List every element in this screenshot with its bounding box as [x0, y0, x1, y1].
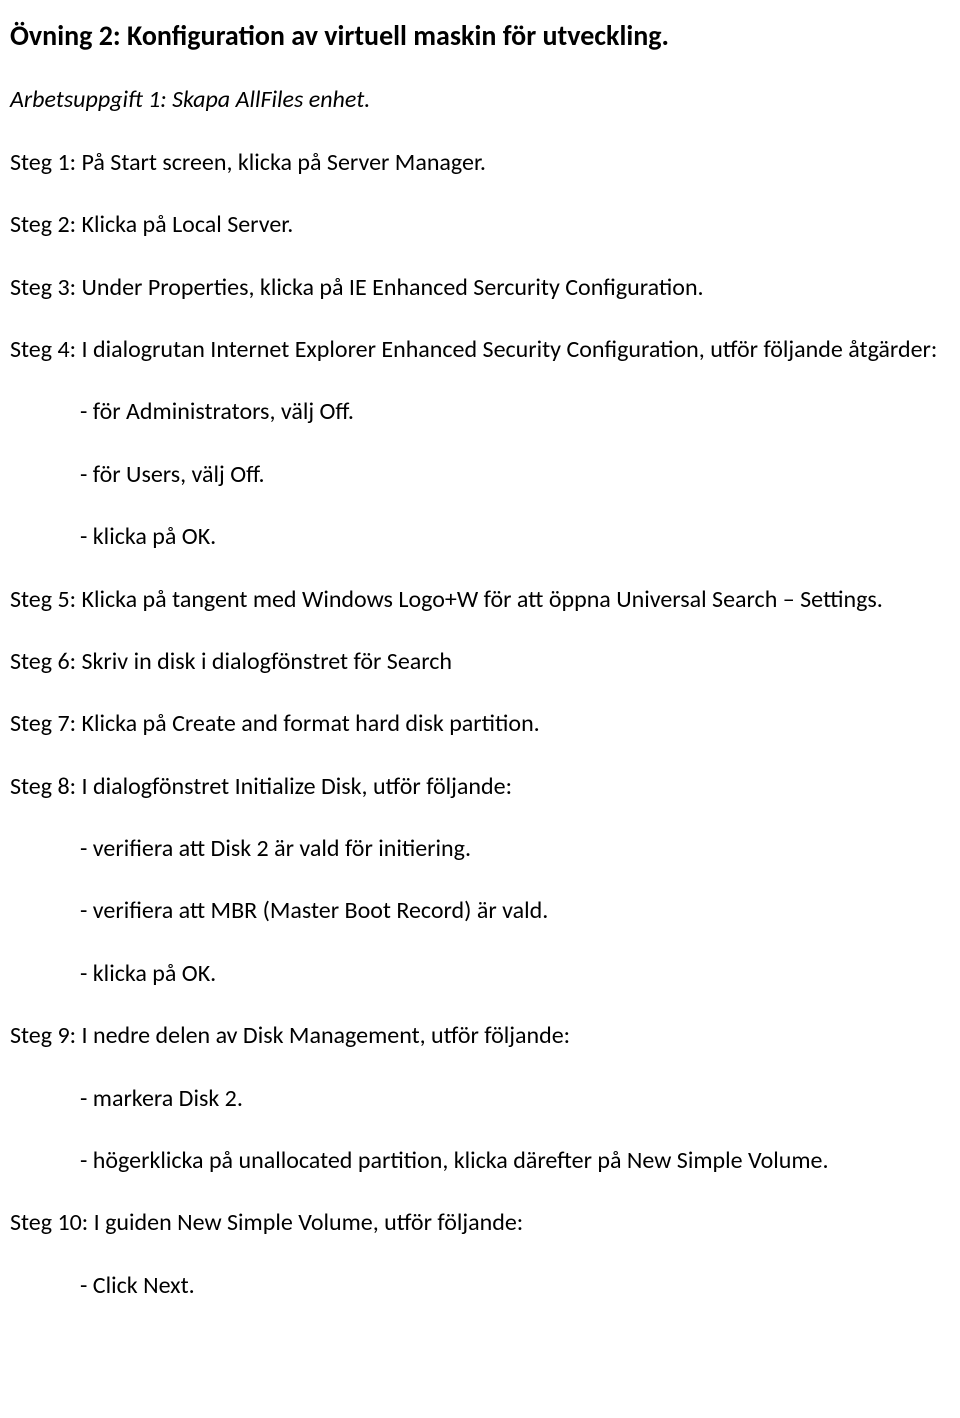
exercise-title: Övning 2: Konfiguration av virtuell mask…: [10, 18, 950, 54]
step-1: Steg 1: På Start screen, klicka på Serve…: [10, 147, 950, 179]
step-2: Steg 2: Klicka på Local Server.: [10, 209, 950, 241]
step-8c: - klicka på OK.: [80, 958, 950, 990]
step-4c: - klicka på OK.: [80, 521, 950, 553]
step-10-substeps: - Click Next.: [10, 1270, 950, 1302]
step-10: Steg 10: I guiden New Simple Volume, utf…: [10, 1207, 950, 1239]
step-9a: - markera Disk 2.: [80, 1083, 950, 1115]
step-5: Steg 5: Klicka på tangent med Windows Lo…: [10, 584, 950, 616]
task-subtitle: Arbetsuppgift 1: Skapa AllFiles enhet.: [10, 84, 950, 116]
step-4-substeps: - för Administrators, välj Off. - för Us…: [10, 396, 950, 553]
step-4a: - för Administrators, välj Off.: [80, 396, 950, 428]
step-7: Steg 7: Klicka på Create and format hard…: [10, 708, 950, 740]
step-3: Steg 3: Under Properties, klicka på IE E…: [10, 272, 950, 304]
step-8: Steg 8: I dialogfönstret Initialize Disk…: [10, 771, 950, 803]
step-8b: - verifiera att MBR (Master Boot Record)…: [80, 895, 950, 927]
step-10a: - Click Next.: [80, 1270, 950, 1302]
document-page: Övning 2: Konfiguration av virtuell mask…: [0, 0, 960, 1418]
step-6: Steg 6: Skriv in disk i dialogfönstret f…: [10, 646, 950, 678]
step-8-substeps: - verifiera att Disk 2 är vald för initi…: [10, 833, 950, 990]
step-9: Steg 9: I nedre delen av Disk Management…: [10, 1020, 950, 1052]
step-4: Steg 4: I dialogrutan Internet Explorer …: [10, 334, 950, 366]
step-9-substeps: - markera Disk 2. - högerklicka på unall…: [10, 1083, 950, 1178]
step-4b: - för Users, välj Off.: [80, 459, 950, 491]
step-9b: - högerklicka på unallocated partition, …: [80, 1145, 950, 1177]
step-8a: - verifiera att Disk 2 är vald för initi…: [80, 833, 950, 865]
